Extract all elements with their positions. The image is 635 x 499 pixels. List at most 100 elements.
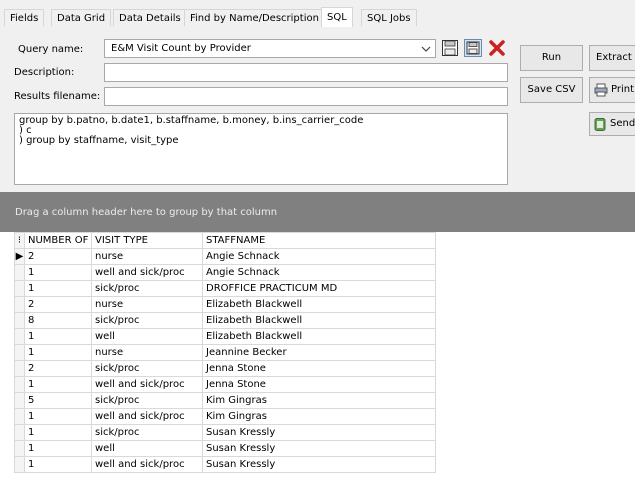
sql-line: ) group by staffname, visit_type xyxy=(19,135,179,146)
table-row[interactable]: 2 sick/proc Jenna Stone xyxy=(14,360,436,377)
save-as-icon[interactable] xyxy=(464,39,482,57)
cell-number-of[interactable]: 1 xyxy=(24,376,92,393)
run-button[interactable]: Run xyxy=(520,45,583,71)
cell-visit-type[interactable]: well and sick/proc xyxy=(91,456,203,473)
table-row[interactable]: ▶ 2 nurse Angie Schnack xyxy=(14,248,436,265)
cell-number-of[interactable]: 2 xyxy=(24,360,92,377)
cell-visit-type[interactable]: sick/proc xyxy=(91,424,203,441)
table-row[interactable]: 1 well Elizabeth Blackwell xyxy=(14,328,436,345)
tab-sql-jobs[interactable]: SQL Jobs xyxy=(361,9,417,26)
table-row[interactable]: 1 well Susan Kressly xyxy=(14,440,436,457)
extract-button[interactable]: Extract xyxy=(589,45,635,71)
tab-sql[interactable]: SQL xyxy=(321,7,353,27)
run-button-label: Run xyxy=(541,52,562,63)
cell-number-of[interactable]: 1 xyxy=(24,456,92,473)
cell-staffname[interactable]: Elizabeth Blackwell xyxy=(202,312,436,329)
query-name-combobox[interactable]: E&M Visit Count by Provider xyxy=(104,39,436,58)
row-indicator xyxy=(14,328,25,345)
tab-strip: Fields Data Grid Data Details Find by Na… xyxy=(0,0,635,28)
table-row[interactable]: 2 nurse Elizabeth Blackwell xyxy=(14,296,436,313)
cell-staffname[interactable]: Jeannine Becker xyxy=(202,344,436,361)
cell-staffname[interactable]: Elizabeth Blackwell xyxy=(202,328,436,345)
cell-visit-type[interactable]: sick/proc xyxy=(91,392,203,409)
cell-visit-type[interactable]: sick/proc xyxy=(91,312,203,329)
cell-staffname[interactable]: DROFFICE PRACTICUM MD xyxy=(202,280,436,297)
cell-number-of[interactable]: 1 xyxy=(24,408,92,425)
table-row[interactable]: 1 well and sick/proc Kim Gingras xyxy=(14,408,436,425)
table-row[interactable]: 1 well and sick/proc Susan Kressly xyxy=(14,456,436,473)
cell-staffname[interactable]: Angie Schnack xyxy=(202,248,436,265)
send-button[interactable]: Send xyxy=(589,112,635,136)
print-button-label: Print xyxy=(611,84,635,95)
cell-visit-type[interactable]: sick/proc xyxy=(91,280,203,297)
cell-staffname[interactable]: Jenna Stone xyxy=(202,376,436,393)
cell-staffname[interactable]: Jenna Stone xyxy=(202,360,436,377)
row-indicator xyxy=(14,392,25,409)
table-row[interactable]: 1 well and sick/proc Jenna Stone xyxy=(14,376,436,393)
cell-visit-type[interactable]: well and sick/proc xyxy=(91,408,203,425)
row-indicator xyxy=(14,312,25,329)
group-by-hint: Drag a column header here to group by th… xyxy=(15,207,278,218)
tab-fields[interactable]: Fields xyxy=(4,9,45,26)
row-indicator xyxy=(14,344,25,361)
cell-staffname[interactable]: Angie Schnack xyxy=(202,264,436,281)
print-button[interactable]: Print xyxy=(589,77,635,103)
cell-number-of[interactable]: 1 xyxy=(24,344,92,361)
chevron-down-icon[interactable] xyxy=(420,43,432,55)
row-indicator xyxy=(14,456,25,473)
cell-visit-type[interactable]: sick/proc xyxy=(91,360,203,377)
printer-icon xyxy=(594,83,608,97)
cell-number-of[interactable]: 5 xyxy=(24,392,92,409)
cell-visit-type[interactable]: nurse xyxy=(91,296,203,313)
table-row[interactable]: 1 nurse Jeannine Becker xyxy=(14,344,436,361)
grid-header-row: ⁝ NUMBER OF VISIT TYPE STAFFNAME xyxy=(14,232,436,249)
tab-label: SQL Jobs xyxy=(367,13,411,24)
column-header-number-of[interactable]: NUMBER OF xyxy=(24,232,92,249)
grid-menu-icon[interactable]: ⁝ xyxy=(14,232,25,249)
cell-number-of[interactable]: 1 xyxy=(24,280,92,297)
cell-number-of[interactable]: 1 xyxy=(24,264,92,281)
row-indicator xyxy=(14,440,25,457)
cell-visit-type[interactable]: nurse xyxy=(91,248,203,265)
table-row[interactable]: 1 sick/proc DROFFICE PRACTICUM MD xyxy=(14,280,436,297)
save-icon[interactable] xyxy=(441,39,459,57)
cell-staffname[interactable]: Kim Gingras xyxy=(202,392,436,409)
cell-visit-type[interactable]: well xyxy=(91,328,203,345)
description-field[interactable] xyxy=(104,63,508,82)
tab-data-details[interactable]: Data Details xyxy=(113,9,187,26)
column-header-visit-type[interactable]: VISIT TYPE xyxy=(91,232,203,249)
cell-staffname[interactable]: Susan Kressly xyxy=(202,424,436,441)
cell-number-of[interactable]: 2 xyxy=(24,248,92,265)
cell-staffname[interactable]: Kim Gingras xyxy=(202,408,436,425)
cell-number-of[interactable]: 1 xyxy=(24,424,92,441)
send-icon xyxy=(594,118,606,131)
results-filename-field[interactable] xyxy=(104,87,508,106)
cell-staffname[interactable]: Susan Kressly xyxy=(202,456,436,473)
tab-find-by-name[interactable]: Find by Name/Description xyxy=(184,9,325,26)
cell-visit-type[interactable]: well and sick/proc xyxy=(91,264,203,281)
cell-number-of[interactable]: 2 xyxy=(24,296,92,313)
row-indicator xyxy=(14,264,25,281)
tab-label: Fields xyxy=(10,13,39,24)
table-row[interactable]: 5 sick/proc Kim Gingras xyxy=(14,392,436,409)
cell-visit-type[interactable]: well xyxy=(91,440,203,457)
cell-number-of[interactable]: 8 xyxy=(24,312,92,329)
cell-staffname[interactable]: Susan Kressly xyxy=(202,440,436,457)
table-row[interactable]: 1 sick/proc Susan Kressly xyxy=(14,424,436,441)
delete-icon[interactable] xyxy=(488,39,506,57)
sql-editor[interactable]: group by b.patno, b.date1, b.staffname, … xyxy=(14,113,508,185)
tab-data-grid[interactable]: Data Grid xyxy=(51,9,112,26)
table-row[interactable]: 8 sick/proc Elizabeth Blackwell xyxy=(14,312,436,329)
group-by-panel[interactable]: Drag a column header here to group by th… xyxy=(0,192,635,232)
cell-number-of[interactable]: 1 xyxy=(24,440,92,457)
table-row[interactable]: 1 well and sick/proc Angie Schnack xyxy=(14,264,436,281)
extract-button-label: Extract xyxy=(596,52,632,63)
row-indicator xyxy=(14,376,25,393)
save-csv-button[interactable]: Save CSV xyxy=(520,77,583,103)
results-grid[interactable]: ⁝ NUMBER OF VISIT TYPE STAFFNAME ▶ 2 nurse… xyxy=(14,232,436,473)
cell-visit-type[interactable]: well and sick/proc xyxy=(91,376,203,393)
column-header-staffname[interactable]: STAFFNAME xyxy=(202,232,436,249)
cell-number-of[interactable]: 1 xyxy=(24,328,92,345)
cell-visit-type[interactable]: nurse xyxy=(91,344,203,361)
cell-staffname[interactable]: Elizabeth Blackwell xyxy=(202,296,436,313)
